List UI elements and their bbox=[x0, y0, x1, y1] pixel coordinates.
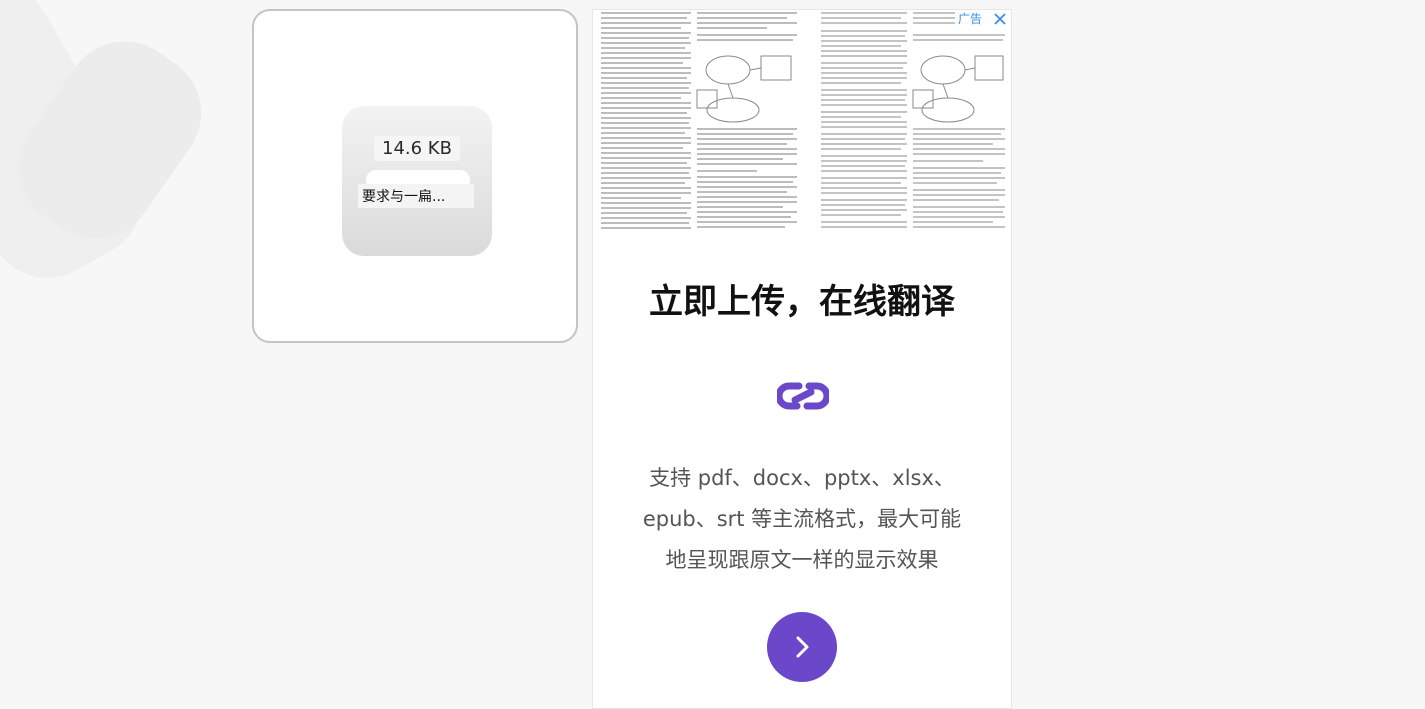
ad-description-line: epub、srt 等主流格式，最大可能 bbox=[642, 507, 962, 531]
ad-document-preview: 广告 bbox=[593, 10, 1011, 232]
file-thumbnail: 14.6 KB 要求与一扁... bbox=[342, 106, 492, 256]
ad-description: 支持 pdf、docx、pptx、xlsx、 epub、srt 等主流格式，最大… bbox=[623, 458, 981, 581]
ad-description-line: 地呈现跟原文一样的显示效果 bbox=[665, 548, 939, 572]
ad-headline: 立即上传，在线翻译 bbox=[649, 282, 955, 322]
close-icon[interactable] bbox=[989, 10, 1011, 28]
chevron-right-icon bbox=[796, 636, 809, 658]
ad-panel[interactable]: 广告 立即上传，在线翻译 支持 pdf、docx、pptx、xlsx、 epub… bbox=[592, 9, 1012, 709]
ad-cta-button[interactable] bbox=[767, 612, 837, 682]
file-size: 14.6 KB bbox=[374, 136, 460, 161]
file-name: 要求与一扁... bbox=[358, 184, 474, 208]
file-card[interactable]: 14.6 KB 要求与一扁... bbox=[252, 9, 578, 343]
ad-description-line: 支持 pdf、docx、pptx、xlsx、 bbox=[649, 466, 955, 490]
ad-badge: 广告 bbox=[954, 10, 985, 28]
link-logo-icon bbox=[775, 380, 831, 412]
